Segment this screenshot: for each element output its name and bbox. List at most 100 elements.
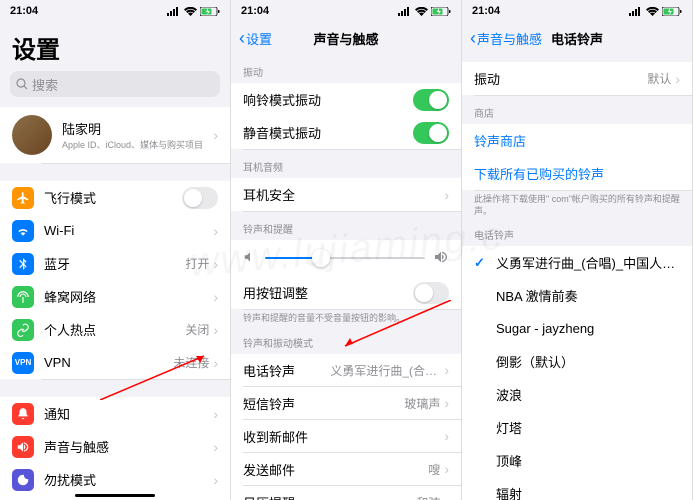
silent-vibrate-toggle[interactable] [413, 122, 449, 144]
nav-bar: ‹设置 声音与触感 [231, 22, 461, 54]
chevron-right-icon: › [213, 472, 218, 488]
wifi-icon [415, 7, 428, 16]
download-purchased-row[interactable]: 下载所有已购买的铃声 [462, 157, 692, 190]
chevron-right-icon: › [213, 127, 218, 143]
sounds-haptics-row[interactable]: 声音与触感 › [0, 430, 230, 463]
silent-vibrate-row[interactable]: 静音模式振动 [231, 116, 461, 149]
ringtone-item[interactable]: ✓ 灯塔 [462, 411, 692, 444]
battery-icon [662, 7, 682, 16]
ringtone-item[interactable]: ✓ Sugar - jayzheng [462, 312, 692, 345]
status-bar: 21:04 [231, 0, 461, 22]
chevron-right-icon: › [444, 187, 449, 203]
chevron-right-icon: › [675, 71, 680, 87]
chevron-right-icon: › [213, 322, 218, 338]
profile-subtitle: Apple ID、iCloud、媒体与购买项目 [62, 138, 209, 151]
battery-icon [200, 7, 220, 16]
calendar-row[interactable]: 日历提醒 和弦 › [231, 486, 461, 500]
wifi-icon [646, 7, 659, 16]
vibration-row[interactable]: 振动 默认 › [462, 62, 692, 95]
status-indicators [167, 7, 220, 16]
bluetooth-row[interactable]: 蓝牙 打开 › [0, 247, 230, 280]
wifi-row[interactable]: Wi-Fi › [0, 214, 230, 247]
apple-id-row[interactable]: 陆家明 Apple ID、iCloud、媒体与购买项目 › [0, 107, 230, 163]
settings-list: 陆家明 Apple ID、iCloud、媒体与购买项目 › 飞行模式 Wi-Fi… [0, 107, 230, 500]
volume-slider-row [231, 240, 461, 276]
sounds-haptics-screen: 21:04 ‹设置 声音与触感 振动 响铃模式振动 静音模式振动 耳机音频 耳机… [231, 0, 462, 500]
home-indicator[interactable] [75, 494, 155, 497]
headphone-safety-row[interactable]: 耳机安全 › [231, 178, 461, 211]
section-store: 商店 [462, 95, 692, 124]
vpn-icon: VPN [12, 352, 34, 374]
ringtone-item[interactable]: ✓ 辐射 [462, 477, 692, 500]
sentmail-row[interactable]: 发送邮件 嗖 › [231, 453, 461, 486]
section-pattern: 铃声和振动模式 [231, 333, 461, 354]
chevron-right-icon: › [213, 289, 218, 305]
chevron-right-icon: › [444, 428, 449, 444]
wifi-icon [184, 7, 197, 16]
bell-icon [12, 403, 34, 425]
page-title: 设置 [0, 22, 230, 71]
ringtone-list: 振动 默认 › 商店 铃声商店 下载所有已购买的铃声 此操作将下载使用" com… [462, 54, 692, 500]
status-bar: 21:04 [0, 0, 230, 22]
nav-bar: ‹声音与触感 电话铃声 [462, 22, 692, 54]
chevron-right-icon: › [213, 439, 218, 455]
settings-root-screen: 21:04 设置 搜索 陆家明 Apple ID、iCloud、媒体与购买项目 … [0, 0, 231, 500]
ringtone-item[interactable]: ✓ 顶峰 [462, 444, 692, 477]
chevron-right-icon: › [444, 461, 449, 477]
tone-store-row[interactable]: 铃声商店 [462, 124, 692, 157]
download-footer: 此操作将下载使用" com"帐户购买的所有铃声和提醒声。 [462, 190, 692, 225]
sounds-list: 振动 响铃模式振动 静音模式振动 耳机音频 耳机安全 › 铃声和提醒 用按钮调整 [231, 54, 461, 500]
change-buttons-toggle[interactable] [413, 282, 449, 304]
battery-icon [431, 7, 451, 16]
notifications-row[interactable]: 通知 › [0, 397, 230, 430]
section-ringer: 铃声和提醒 [231, 211, 461, 240]
section-vibrate: 振动 [231, 54, 461, 83]
volume-low-icon [243, 250, 257, 267]
speaker-icon [12, 436, 34, 458]
newmail-row[interactable]: 收到新邮件 › [231, 420, 461, 453]
search-placeholder: 搜索 [32, 75, 58, 94]
vpn-row[interactable]: VPN VPN 未连接 › [0, 346, 230, 379]
wifi-icon [12, 220, 34, 242]
airplane-icon [12, 187, 34, 209]
signal-icon [167, 7, 181, 16]
antenna-icon [12, 286, 34, 308]
nav-title: 电话铃声 [462, 29, 692, 48]
ringtone-item[interactable]: ✓ 倒影（默认） [462, 345, 692, 378]
nav-title: 声音与触感 [231, 29, 461, 48]
section-headphone: 耳机音频 [231, 149, 461, 178]
texttone-row[interactable]: 短信铃声 玻璃声 › [231, 387, 461, 420]
cellular-row[interactable]: 蜂窝网络 › [0, 280, 230, 313]
hotspot-row[interactable]: 个人热点 关闭 › [0, 313, 230, 346]
volume-high-icon [433, 249, 449, 268]
profile-name: 陆家明 [62, 119, 209, 138]
checkmark-icon: ✓ [474, 255, 490, 271]
dnd-row[interactable]: 勿扰模式 › [0, 463, 230, 496]
chevron-right-icon: › [444, 494, 449, 500]
ringtone-row[interactable]: 电话铃声 义勇军进行曲_(合唱)_中国人... › [231, 354, 461, 387]
ring-vibrate-toggle[interactable] [413, 89, 449, 111]
change-with-buttons-row[interactable]: 用按钮调整 [231, 276, 461, 309]
search-icon [16, 78, 28, 90]
ringtone-screen: 21:04 ‹声音与触感 电话铃声 振动 默认 › 商店 铃声商店 下载所有已购… [462, 0, 693, 500]
chevron-right-icon: › [213, 256, 218, 272]
ring-vibrate-row[interactable]: 响铃模式振动 [231, 83, 461, 116]
signal-icon [629, 7, 643, 16]
chevron-right-icon: › [444, 395, 449, 411]
chevron-right-icon: › [213, 406, 218, 422]
airplane-mode-row[interactable]: 飞行模式 [0, 181, 230, 214]
chevron-right-icon: › [213, 223, 218, 239]
status-time: 21:04 [10, 5, 38, 17]
chevron-right-icon: › [213, 355, 218, 371]
ringtone-item[interactable]: ✓ 波浪 [462, 378, 692, 411]
bluetooth-icon [12, 253, 34, 275]
link-icon [12, 319, 34, 341]
section-ringtones: 电话铃声 [462, 225, 692, 246]
change-buttons-footer: 铃声和提醒的音量不受音量按钮的影响。 [231, 309, 461, 333]
ringtone-item[interactable]: ✓ 义勇军进行曲_(合唱)_中国人民解放... [462, 246, 692, 279]
status-bar: 21:04 [462, 0, 692, 22]
ringtone-item[interactable]: ✓ NBA 激情前奏 [462, 279, 692, 312]
airplane-toggle[interactable] [182, 187, 218, 209]
volume-slider[interactable] [265, 257, 425, 259]
search-field[interactable]: 搜索 [10, 71, 220, 97]
